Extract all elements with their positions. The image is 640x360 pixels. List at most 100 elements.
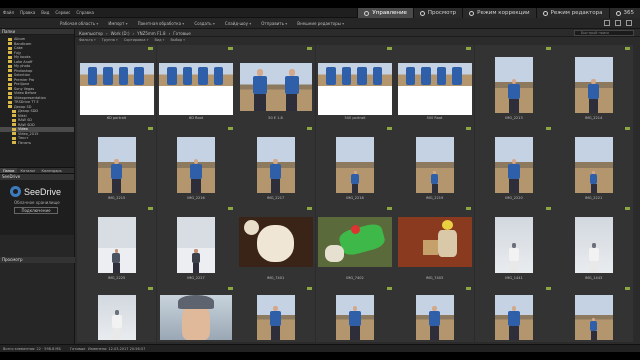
thumbnail-item[interactable]: IMG_2227 — [156, 205, 236, 285]
toolbar-item[interactable]: Импорт — [108, 21, 127, 26]
file-type-icon — [307, 47, 312, 50]
mode-tab[interactable]: Режим коррекции — [462, 8, 536, 18]
thumbnail-caption: 500 Root — [426, 116, 443, 120]
breadcrumb-item[interactable]: Компьютер — [79, 31, 103, 36]
file-type-icon — [466, 287, 471, 290]
mode-tab[interactable]: Режим редактора — [535, 8, 609, 18]
toolbar-item[interactable]: Внешние редакторы — [297, 21, 344, 26]
thumbnail-image — [79, 63, 154, 115]
toolbar-item[interactable]: Рабочая область — [60, 21, 98, 26]
menu-item[interactable]: Справка — [76, 10, 94, 15]
thumbnail-item[interactable]: 6D portrait — [77, 45, 156, 125]
filter-dropdown[interactable]: Сортировка — [124, 38, 149, 42]
thumbnail-item[interactable]: IMG_7401 — [236, 205, 315, 285]
mode-tab[interactable]: 365 — [608, 8, 640, 18]
thumbnail-item[interactable] — [156, 285, 236, 342]
thumbnail-image — [415, 295, 454, 340]
menu-item[interactable]: Файл — [3, 10, 14, 15]
thumbnail-item[interactable]: IMG_2213 — [474, 45, 554, 125]
folder-icon — [8, 78, 12, 82]
menu-item[interactable]: Вид — [41, 10, 49, 15]
thumbnail-image — [495, 295, 533, 340]
filter-dropdown[interactable]: Группа — [102, 38, 118, 42]
thumbnail-item[interactable]: IMG_2220 — [474, 125, 554, 205]
person-figure — [87, 67, 97, 85]
folder-icon — [8, 96, 12, 100]
breadcrumb-item[interactable]: YNZ5mm F1.8 — [137, 31, 165, 36]
thumbnail-image — [97, 295, 136, 340]
thumbnail-image — [238, 217, 313, 267]
filter-dropdown[interactable]: Фильтр — [79, 38, 96, 42]
thumbnail-item[interactable] — [554, 285, 633, 342]
thumbnail-caption: 6D portrait — [106, 116, 127, 120]
thumbnail-grid: 6D portrait 6D Root 50 E 1.8 500 portrait 50… — [77, 45, 637, 342]
thumbnail-item[interactable]: IMG_2216 — [156, 125, 236, 205]
seedrive-connect-button[interactable]: Подключение — [14, 207, 58, 214]
mode-tab[interactable]: Управление — [357, 8, 413, 18]
toolbar-item[interactable]: Слайд-шоу — [225, 21, 251, 26]
thumbnail-item[interactable]: 50 E 1.8 — [236, 45, 315, 125]
thumbnail-item[interactable]: IMG_1443 — [554, 205, 633, 285]
grid-icon[interactable] — [615, 20, 621, 26]
toolbar-item[interactable]: Создать — [194, 21, 215, 26]
thumbnail-item[interactable]: IMG_2215 — [77, 125, 156, 205]
seedrive-panel: SeeDrive Облачное хранилище Подключение — [0, 180, 74, 235]
file-type-icon — [148, 207, 153, 210]
person-figure — [182, 67, 192, 85]
thumbnail-item[interactable] — [236, 285, 315, 342]
breadcrumb-item[interactable]: Готовые — [173, 31, 191, 36]
mode-tab-label: Режим редактора — [550, 10, 603, 16]
breadcrumb-item[interactable]: Work (D:) — [111, 31, 130, 36]
view-icon[interactable] — [604, 20, 610, 26]
menu-item[interactable]: Правка — [20, 10, 35, 15]
panel-tab[interactable]: Календарь — [39, 168, 65, 173]
toolbar-item[interactable]: Отправить — [261, 21, 287, 26]
settings-icon[interactable] — [626, 20, 632, 26]
panel-tab[interactable]: Каталог — [17, 168, 38, 173]
thumbnail-image — [256, 137, 295, 193]
thumbnail-image — [574, 57, 613, 113]
thumbnail-item[interactable]: IMG_7402 — [315, 205, 395, 285]
thumbnail-item[interactable]: IMG_2218 — [315, 125, 395, 205]
file-type-icon — [386, 47, 392, 50]
thumbnail-item[interactable]: 500 Root — [395, 45, 474, 125]
thumbnail-image — [397, 217, 472, 267]
filter-dropdown[interactable]: Выбор — [170, 38, 185, 42]
mode-icon — [419, 10, 425, 16]
thumbnail-item[interactable]: IMG_7403 — [395, 205, 474, 285]
thumbnail-image — [239, 63, 312, 111]
folder-icon — [8, 69, 12, 73]
thumbnail-item[interactable] — [395, 285, 474, 342]
left-panel: Папки Album Bandicam Cake Fujy My books Lake … — [0, 29, 75, 349]
thumbnail-item[interactable]: 6D Root — [156, 45, 236, 125]
thumbnail-item[interactable]: IMG_2221 — [554, 125, 633, 205]
thumbnail-caption: IMG_7401 — [266, 276, 285, 280]
panel-tab[interactable]: Папки — [0, 168, 18, 173]
thumbnail-image — [160, 295, 232, 340]
folder-icon — [8, 87, 12, 91]
toolbar-item[interactable]: Пакетная обработка — [138, 21, 185, 26]
folder-tree-item[interactable]: Печать — [0, 141, 74, 146]
file-type-icon — [545, 287, 551, 290]
thumbnail-item[interactable]: IMG_1441 — [474, 205, 554, 285]
search-input[interactable]: Быстрый поиск — [574, 30, 634, 36]
person-figure — [357, 67, 367, 85]
seedrive-subtitle: Облачное хранилище — [14, 200, 60, 205]
menu-item[interactable]: Сервис — [55, 10, 70, 15]
thumbnail-item[interactable] — [315, 285, 395, 342]
thumbnail-item[interactable]: 500 portrait — [315, 45, 395, 125]
thumbnail-item[interactable]: IMG_2219 — [395, 125, 474, 205]
thumbnail-item[interactable] — [474, 285, 554, 342]
person-figure — [326, 67, 336, 85]
preview-panel-title: Просмотр — [0, 257, 75, 263]
thumbnail-item[interactable] — [77, 285, 156, 342]
filter-dropdown[interactable]: Вид — [154, 38, 164, 42]
mode-tab[interactable]: Просмотр — [412, 8, 463, 18]
mode-tab-label: Управление — [372, 10, 407, 16]
thumbnail-item[interactable]: IMG_2214 — [554, 45, 633, 125]
file-type-icon — [307, 207, 312, 210]
thumbnail-item[interactable]: IMG_2217 — [236, 125, 315, 205]
person-figure — [134, 67, 144, 85]
folder-icon — [8, 64, 12, 68]
thumbnail-item[interactable]: IMG_2225 — [77, 205, 156, 285]
